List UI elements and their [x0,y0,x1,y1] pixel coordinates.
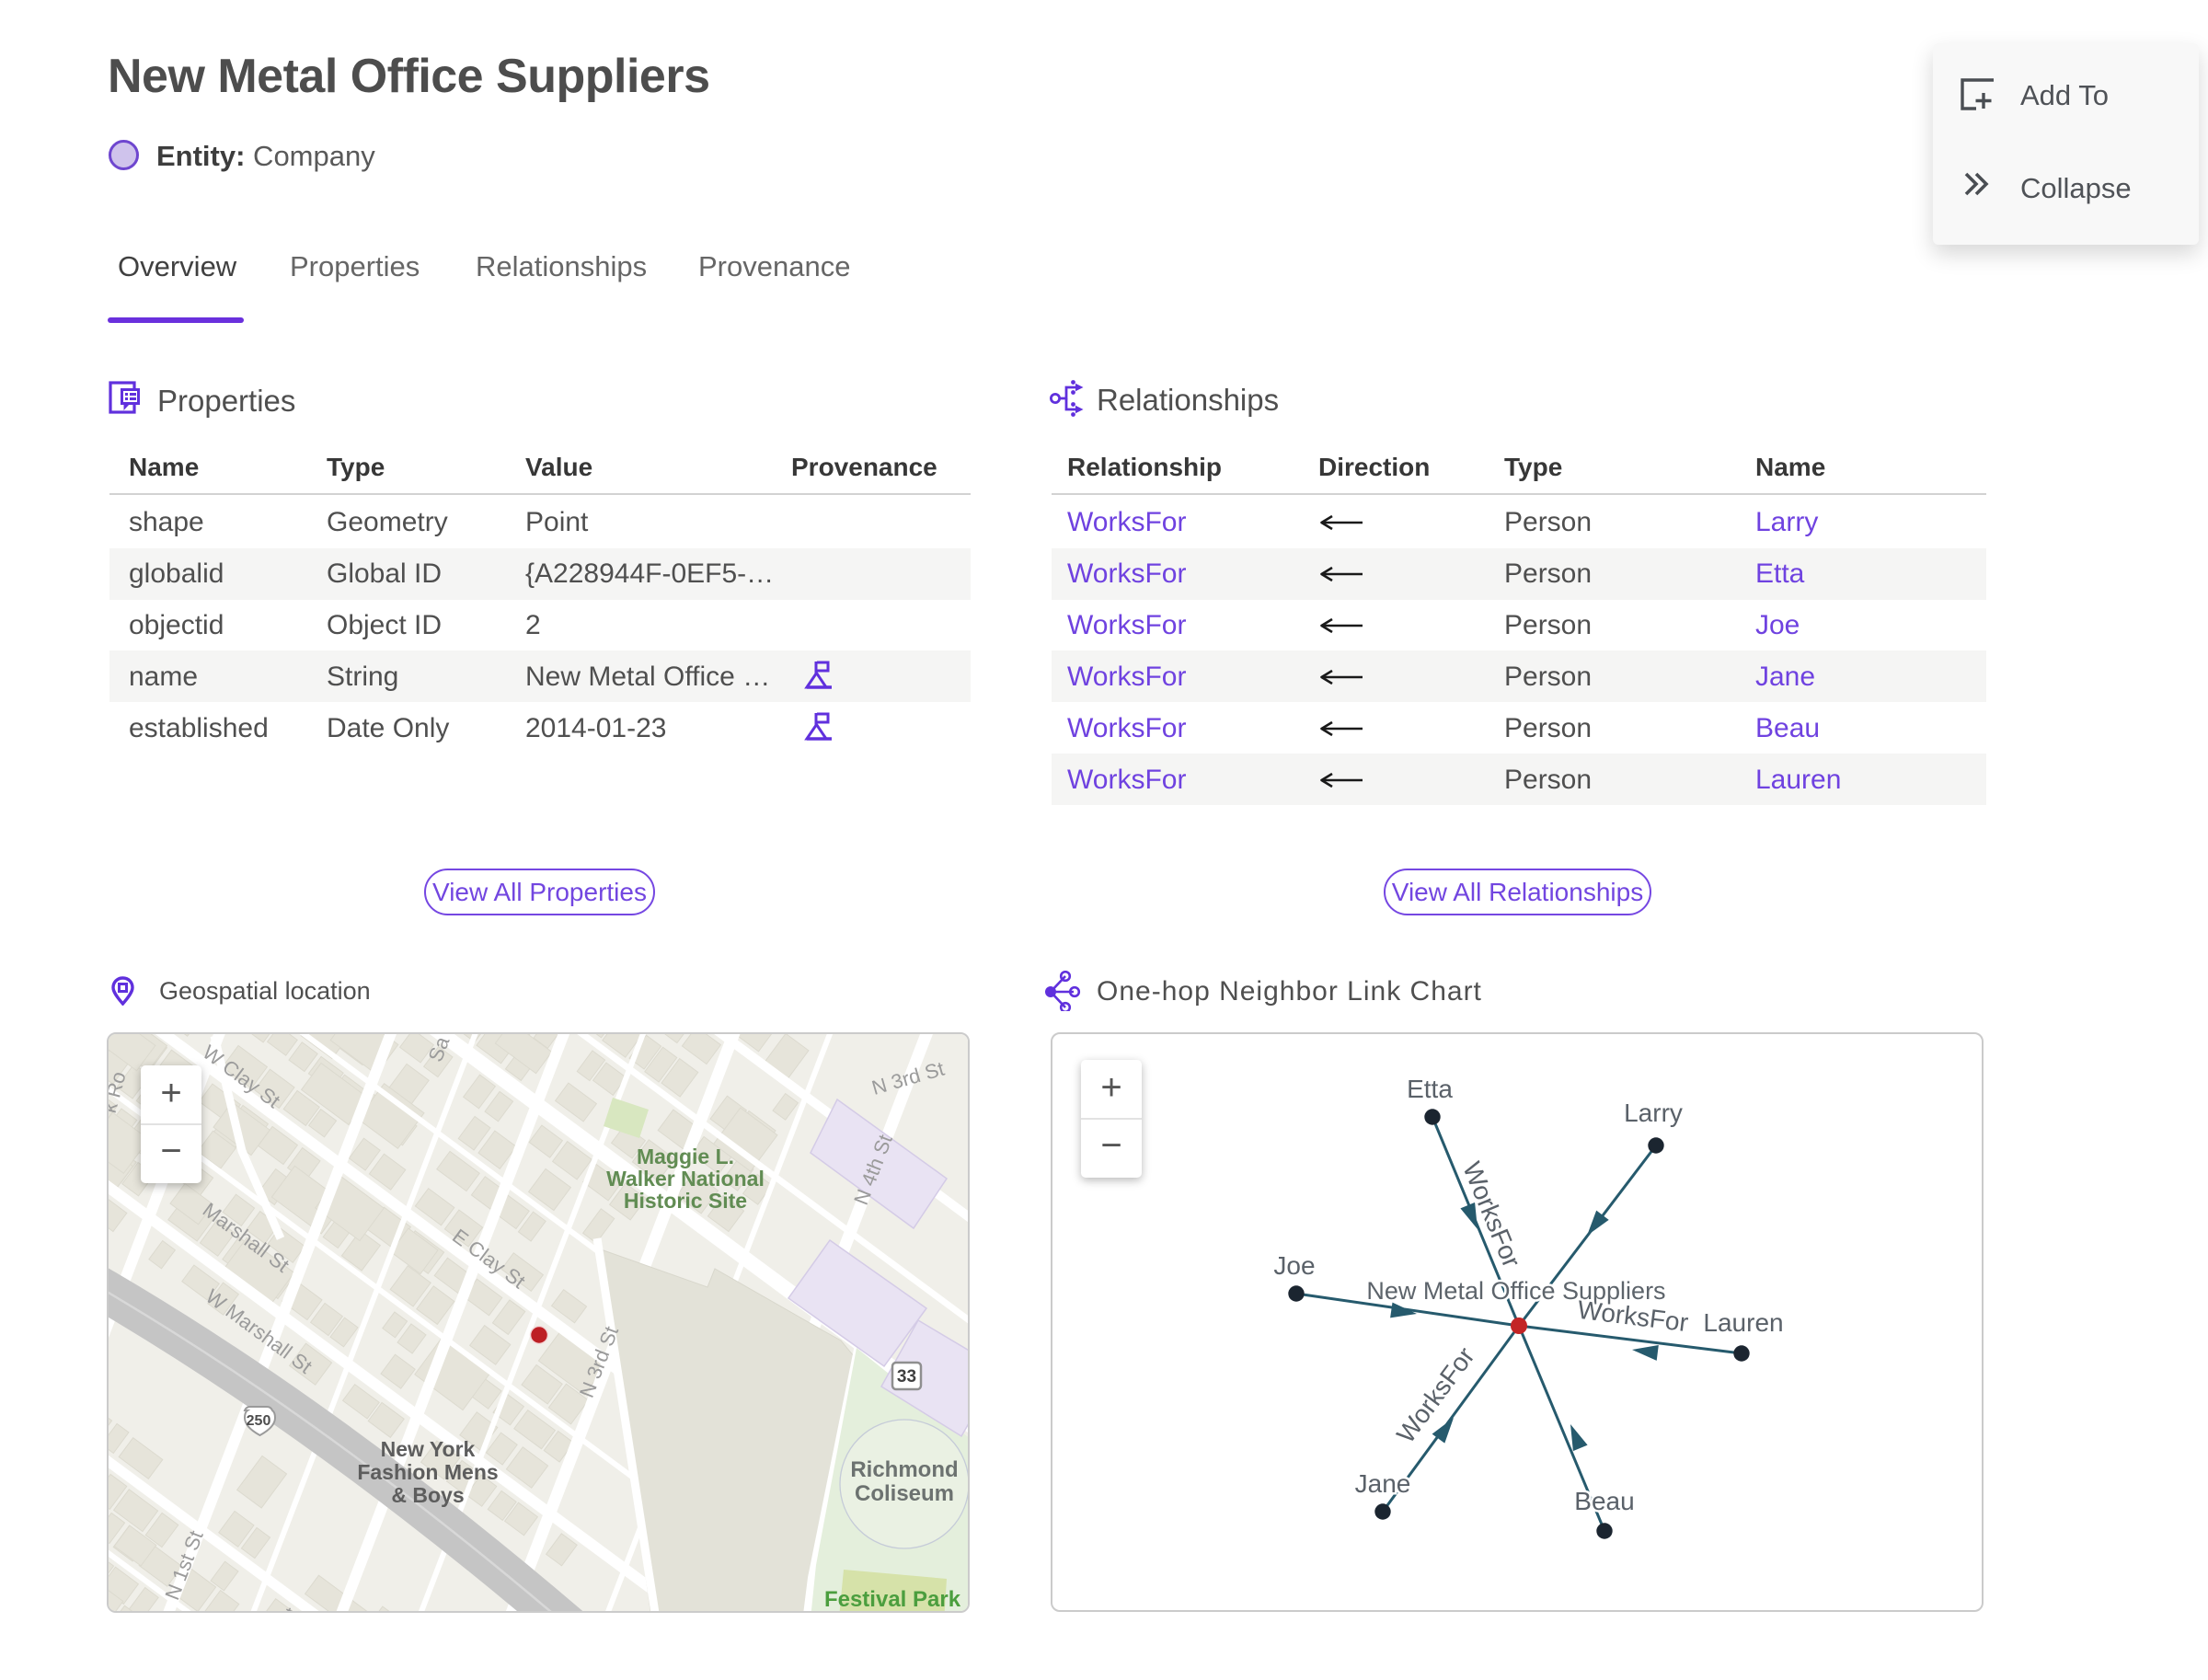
svg-text:250: 250 [247,1413,271,1429]
svg-text:Richmond: Richmond [850,1457,958,1482]
svg-text:Fashion Mens: Fashion Mens [357,1460,498,1484]
svg-text:Joe: Joe [1273,1251,1315,1280]
svg-text:Historic Site: Historic Site [624,1189,747,1213]
svg-text:Coliseum: Coliseum [855,1481,954,1506]
svg-text:Jane: Jane [1355,1469,1411,1498]
svg-text:Larry: Larry [1624,1099,1683,1127]
svg-text:Festival Park: Festival Park [824,1587,961,1611]
svg-text:Beau: Beau [1574,1487,1634,1515]
svg-text:New York: New York [381,1437,476,1461]
svg-text:Etta: Etta [1407,1075,1453,1103]
svg-text:Walker National: Walker National [606,1167,765,1191]
svg-text:& Boys: & Boys [391,1483,464,1507]
svg-text:WorksFor: WorksFor [1576,1295,1690,1337]
svg-text:33: 33 [897,1367,916,1387]
svg-text:Maggie L.: Maggie L. [637,1145,734,1168]
svg-text:Lauren: Lauren [1703,1308,1783,1337]
